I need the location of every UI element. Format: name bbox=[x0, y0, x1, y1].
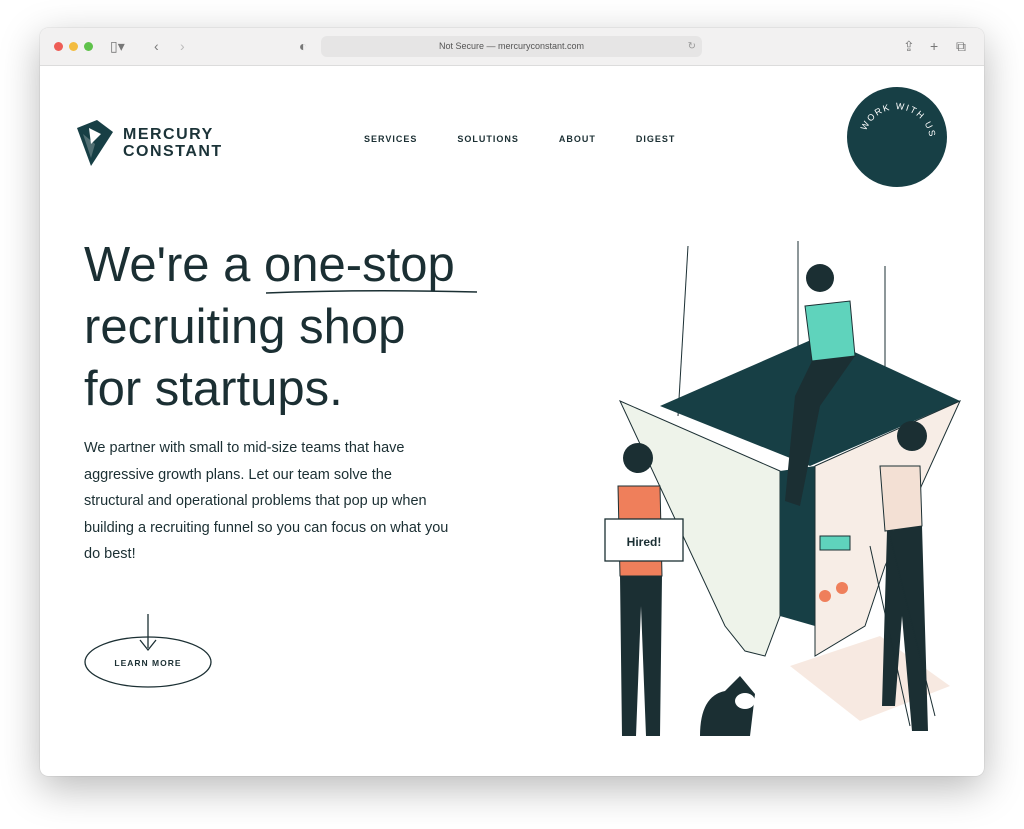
back-icon[interactable]: ‹ bbox=[154, 37, 159, 55]
title-line2: recruiting shop bbox=[84, 300, 406, 354]
logo[interactable]: MERCURY CONSTANT bbox=[75, 118, 223, 168]
share-icon[interactable]: ⇪ bbox=[903, 37, 915, 55]
nav-about[interactable]: ABOUT bbox=[559, 134, 596, 144]
title-underlined: one-stop bbox=[264, 238, 455, 292]
hand-underline bbox=[266, 289, 478, 294]
url-text: Not Secure — mercuryconstant.com bbox=[438, 41, 585, 51]
learn-more-outline bbox=[84, 614, 212, 688]
forward-icon[interactable]: › bbox=[180, 37, 185, 55]
new-tab-icon[interactable]: + bbox=[930, 37, 938, 55]
hero-description: We partner with small to mid-size teams … bbox=[84, 440, 449, 562]
title-pre: We're a bbox=[84, 238, 265, 292]
logo-line1: MERCURY bbox=[123, 126, 214, 143]
nav-solutions[interactable]: SOLUTIONS bbox=[457, 134, 519, 144]
learn-more-button[interactable]: LEARN MORE bbox=[84, 614, 214, 694]
sidebar-icon[interactable]: ▯▾ bbox=[110, 37, 125, 55]
page-content: MERCURY CONSTANT SERVICES SOLUTIONS ABOUT… bbox=[40, 66, 984, 776]
nav-services[interactable]: SERVICES bbox=[364, 134, 417, 144]
address-bar[interactable]: Not Secure — mercuryconstant.com ↻ bbox=[321, 36, 702, 57]
close-window-button[interactable] bbox=[54, 42, 63, 51]
hero-title: We're a one-stop recruiting shop for sta… bbox=[84, 234, 524, 420]
nav-digest[interactable]: DIGEST bbox=[636, 134, 676, 144]
reload-icon[interactable]: ↻ bbox=[688, 36, 696, 57]
work-with-us-button[interactable]: WORK WITH US bbox=[846, 86, 948, 188]
title-line3: for startups. bbox=[84, 362, 343, 416]
hero-illustration: Hired! bbox=[604, 241, 962, 736]
browser-toolbar: ▯▾ ‹ › ◐ Not Secure — mercuryconstant.co… bbox=[40, 28, 984, 66]
privacy-shield-icon[interactable]: ◐ bbox=[299, 37, 307, 55]
minimize-window-button[interactable] bbox=[69, 42, 78, 51]
learn-more-label: LEARN MORE bbox=[114, 658, 182, 668]
tabs-overview-icon[interactable]: ⧉ bbox=[956, 37, 966, 55]
arrow-down-icon bbox=[139, 614, 157, 652]
logo-line2: CONSTANT bbox=[123, 143, 223, 160]
main-nav: SERVICES SOLUTIONS ABOUT DIGEST bbox=[364, 134, 715, 144]
zoom-window-button[interactable] bbox=[84, 42, 93, 51]
hired-sign-text: Hired! bbox=[627, 535, 662, 549]
logo-icon bbox=[77, 120, 113, 166]
browser-window: ▯▾ ‹ › ◐ Not Secure — mercuryconstant.co… bbox=[40, 28, 984, 776]
